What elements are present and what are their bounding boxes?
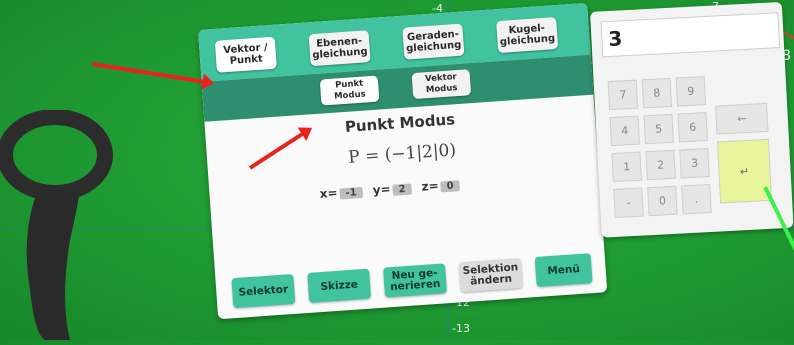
numeric-keypad: 3 7 8 9 4 5 6 1 2 3 - 0 . ← ↵: [590, 2, 794, 238]
axis-label-bottom-13: -13: [452, 322, 470, 335]
key-7[interactable]: 7: [608, 80, 638, 110]
subtab-punkt-modus[interactable]: Punkt Modus: [320, 76, 380, 106]
tab-ebenengleichung[interactable]: Ebenen-gleichung: [309, 30, 371, 66]
key-9[interactable]: 9: [676, 76, 706, 106]
key-1[interactable]: 1: [611, 152, 641, 182]
z-label: z=: [421, 179, 439, 194]
key-minus[interactable]: -: [613, 188, 643, 218]
enter-key[interactable]: ↵: [717, 139, 772, 204]
key-3[interactable]: 3: [679, 148, 709, 178]
tab-kugelgleichung[interactable]: Kugel-gleichung: [496, 17, 558, 53]
menu-button[interactable]: Menü: [535, 253, 593, 287]
keypad-display: 3: [601, 12, 781, 57]
y-value-field[interactable]: 2: [392, 184, 412, 196]
selektor-button[interactable]: Selektor: [231, 274, 295, 308]
x-label: x=: [319, 186, 338, 201]
y-label: y=: [372, 182, 391, 197]
annotation-arrow-vektor-punkt: [92, 62, 211, 85]
backspace-key[interactable]: ←: [715, 103, 768, 135]
x-value-field[interactable]: -1: [339, 187, 363, 200]
tab-vektor-punkt[interactable]: Vektor / Punkt: [215, 37, 277, 73]
selektion-aendern-button[interactable]: Selektion ändern: [459, 258, 523, 292]
coordinate-row: x=-1 y=2 z=0: [319, 177, 466, 201]
z-value-field[interactable]: 0: [440, 180, 460, 192]
key-2[interactable]: 2: [645, 150, 675, 180]
subtab-vektor-modus[interactable]: Vektor Modus: [412, 69, 472, 99]
key-decimal[interactable]: .: [681, 184, 711, 214]
key-8[interactable]: 8: [642, 78, 672, 108]
skizze-button[interactable]: Skizze: [307, 269, 371, 303]
key-4[interactable]: 4: [610, 116, 640, 146]
key-5[interactable]: 5: [643, 114, 673, 144]
vr-controller-icon: [0, 110, 120, 340]
neu-generieren-button[interactable]: Neu ge-nerieren: [383, 263, 447, 297]
vr-scene: -4 7 12 -13 8 Vektor / Punkt Ebenen-glei…: [0, 0, 794, 340]
key-0[interactable]: 0: [647, 186, 677, 216]
tab-geradengleichung[interactable]: Geraden-gleichung: [402, 24, 464, 60]
key-6[interactable]: 6: [677, 112, 707, 142]
